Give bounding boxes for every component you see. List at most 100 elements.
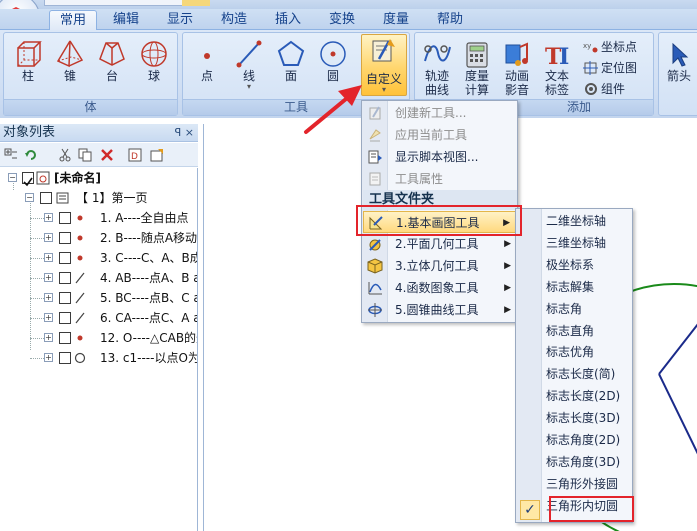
submenu-item[interactable]: 极坐标系 <box>546 254 594 276</box>
circle-tool-button[interactable]: 圆 <box>313 39 353 83</box>
menu-create-new-tool-label: 创建新工具... <box>395 106 467 120</box>
submenu-item[interactable]: 标志长度(2D) <box>546 385 620 407</box>
visibility-checkbox[interactable] <box>59 232 71 244</box>
checkmark-icon: ✓ <box>520 500 540 520</box>
tab-help[interactable]: 帮助 <box>428 10 472 30</box>
sphere-icon <box>141 41 167 67</box>
prism-button[interactable]: 柱 <box>8 39 48 83</box>
settings-icon[interactable] <box>150 148 164 162</box>
triangle-side <box>658 323 697 375</box>
media-label-line1: 动画 <box>504 69 529 83</box>
tab-common[interactable]: 常用 <box>49 10 97 30</box>
locus-button[interactable]: 轨迹 曲线 <box>419 41 455 97</box>
point-object-icon <box>77 255 83 261</box>
pyramid-label: 锥 <box>63 69 76 83</box>
visibility-checkbox[interactable] <box>59 212 71 224</box>
ribbon: 柱 锥 台 球 体 点 线 ▾ 面 圆 工具 轨迹 曲线 度量 计算 动画 影音… <box>0 30 697 118</box>
point-tool-button[interactable]: 点 <box>187 43 227 83</box>
media-icon <box>505 42 528 66</box>
frustum-button[interactable]: 台 <box>92 39 132 83</box>
expand-icon[interactable]: + <box>44 233 53 242</box>
menu-folder-plane-geometry[interactable]: 2.平面几何工具 ▶ <box>363 233 517 255</box>
visibility-checkbox[interactable] <box>59 252 71 264</box>
submenu-item[interactable]: 标志长度(简) <box>546 363 615 385</box>
submenu-item[interactable]: 二维坐标轴 <box>546 210 606 232</box>
tab-edit[interactable]: 编辑 <box>104 10 148 30</box>
locate-button[interactable]: 定位图 <box>583 60 637 76</box>
tab-insert[interactable]: 插入 <box>266 10 310 30</box>
group-label-solid: 体 <box>4 99 177 115</box>
pyramid-icon <box>56 40 84 68</box>
expand-all-icon[interactable] <box>4 148 18 162</box>
properties-icon[interactable]: D <box>128 148 142 162</box>
submenu-item[interactable]: 标志解集 <box>546 276 594 298</box>
expand-icon[interactable]: + <box>44 353 53 362</box>
prism-icon <box>17 41 42 67</box>
pane-pin-close-icon[interactable]: ꟼ × <box>175 124 194 141</box>
submenu-item[interactable]: 标志直角 <box>546 320 594 342</box>
expand-icon[interactable]: + <box>44 253 53 262</box>
menu-show-script-view[interactable]: 显示脚本视图... <box>363 146 517 168</box>
conic-icon <box>368 303 382 317</box>
line-tool-dropdown-icon[interactable]: ▾ <box>229 83 269 91</box>
tab-transform[interactable]: 变换 <box>320 10 364 30</box>
menu-folder-function-graph[interactable]: 4.函数图象工具 ▶ <box>363 277 517 299</box>
text-label-button[interactable]: T I 文本 标签 <box>539 41 575 97</box>
expand-icon[interactable]: + <box>44 313 53 322</box>
cut-icon[interactable] <box>58 148 72 162</box>
measure-calc-button[interactable]: 度量 计算 <box>459 41 495 97</box>
expand-icon[interactable]: + <box>44 273 53 282</box>
media-button[interactable]: 动画 影音 <box>499 41 535 97</box>
pyramid-button[interactable]: 锥 <box>50 39 90 83</box>
submenu-item[interactable]: 标志长度(3D) <box>546 407 620 429</box>
expand-icon[interactable]: + <box>44 333 53 342</box>
submenu-arrow-icon: ▶ <box>504 283 511 293</box>
submenu-item[interactable]: 标志角度(2D) <box>546 429 620 451</box>
coordinate-point-label: 坐标点 <box>601 40 638 54</box>
locus-label-line1: 轨迹 <box>424 69 449 83</box>
menu-apply-tool[interactable]: 应用当前工具 <box>363 124 517 146</box>
custom-tool-dropdown-icon[interactable]: ▾ <box>362 85 406 94</box>
tab-construct[interactable]: 构造 <box>212 10 256 30</box>
polygon-tool-button[interactable]: 面 <box>271 39 311 83</box>
submenu-item[interactable]: 标志优角 <box>546 341 594 363</box>
menu-folder-function-graph-label: 4.函数图象工具 <box>395 281 479 295</box>
component-button[interactable]: 组件 <box>583 81 625 97</box>
expand-icon[interactable]: + <box>44 213 53 222</box>
copy-icon[interactable] <box>78 148 92 162</box>
tree-item-label: 12. O----△CAB的外 <box>100 331 198 345</box>
visibility-checkbox[interactable] <box>59 332 71 344</box>
tab-measure[interactable]: 度量 <box>374 10 418 30</box>
visibility-checkbox[interactable] <box>59 272 71 284</box>
sphere-button[interactable]: 球 <box>134 39 174 83</box>
menu-folder-conic-curves[interactable]: 5.圆锥曲线工具 ▶ <box>363 299 517 321</box>
expand-icon[interactable]: + <box>44 293 53 302</box>
arrow-cursor-button[interactable]: 箭头 <box>661 41 697 83</box>
visibility-checkbox[interactable] <box>59 292 71 304</box>
coordinate-point-button[interactable]: xy 坐标点 <box>583 39 637 55</box>
locus-label-line2: 曲线 <box>424 83 449 97</box>
tool-properties-icon <box>369 172 381 186</box>
custom-tool-button[interactable]: 自定义 ▾ <box>361 34 407 96</box>
line-tool-button[interactable]: 线 ▾ <box>229 39 269 91</box>
visibility-checkbox[interactable] <box>40 192 52 204</box>
delete-icon[interactable] <box>100 148 114 162</box>
menu-tool-properties[interactable]: 工具属性 <box>363 168 517 190</box>
submenu-item[interactable]: 三维坐标轴 <box>546 232 606 254</box>
submenu-item[interactable]: 三角形外接圆 <box>546 473 618 495</box>
collapse-icon[interactable]: − <box>8 173 17 182</box>
submenu-item[interactable]: 标志角度(3D) <box>546 451 620 473</box>
visibility-checkbox[interactable] <box>59 352 71 364</box>
component-label: 组件 <box>601 82 626 96</box>
menu-create-new-tool[interactable]: 创建新工具... <box>363 102 517 124</box>
tree-page-label: 【 1】第一页 <box>76 191 148 205</box>
tree-item-label: 1. A----全自由点 <box>100 211 189 225</box>
submenu-item[interactable]: 标志角 <box>546 298 582 320</box>
collapse-icon[interactable]: − <box>25 193 34 202</box>
refresh-icon[interactable] <box>24 148 38 162</box>
tab-display[interactable]: 显示 <box>158 10 202 30</box>
tree-root-label: [未命名] <box>54 171 101 185</box>
visibility-checkbox[interactable] <box>59 312 71 324</box>
visibility-checkbox[interactable] <box>22 172 34 187</box>
menu-folder-solid-geometry[interactable]: 3.立体几何工具 ▶ <box>363 255 517 277</box>
